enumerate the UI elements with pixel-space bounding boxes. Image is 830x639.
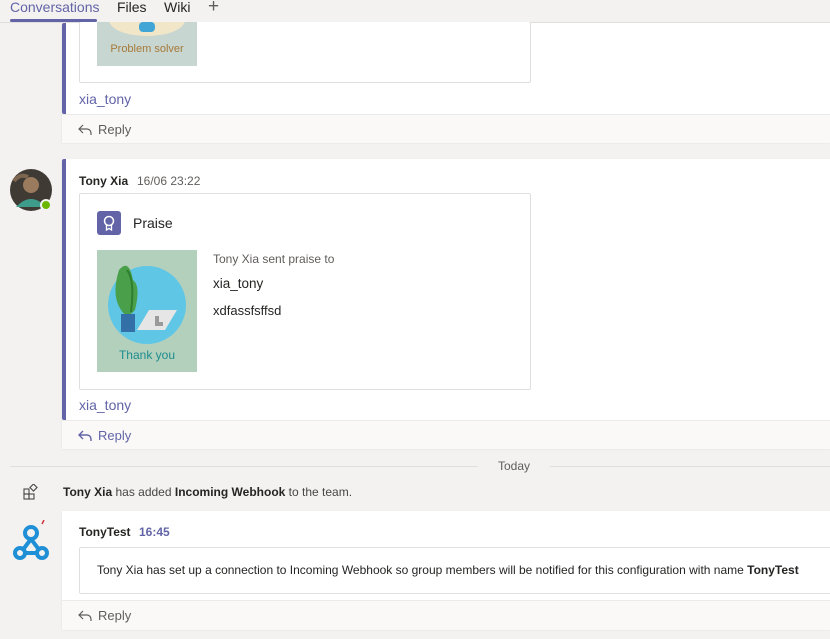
reply-bar: Reply — [62, 600, 830, 630]
thank-you-image: Thank you — [97, 250, 197, 372]
date-divider-line-left — [10, 466, 478, 467]
problem-solver-image: Problem solver — [97, 22, 197, 66]
card-image-caption: Thank you — [118, 348, 176, 362]
praise-recipient: xia_tony — [213, 276, 264, 291]
tab-files[interactable]: Files — [117, 0, 147, 15]
presence-available-icon — [40, 199, 52, 211]
system-target[interactable]: Incoming Webhook — [175, 485, 285, 499]
add-app-icon — [23, 483, 39, 500]
system-actor[interactable]: Tony Xia — [63, 485, 112, 499]
reply-arrow-icon — [78, 124, 92, 135]
message-author[interactable]: TonyTest — [79, 525, 131, 539]
thread-accent-bar — [62, 23, 66, 114]
reply-button[interactable]: Reply — [78, 428, 131, 443]
mention-link[interactable]: xia_tony — [79, 397, 131, 413]
tab-wiki[interactable]: Wiki — [164, 0, 190, 15]
praise-card-title: Praise — [133, 215, 173, 231]
connector-name: TonyTest — [747, 563, 799, 577]
date-divider-label: Today — [498, 459, 531, 473]
praise-sent-text: Tony Xia sent praise to — [213, 252, 335, 266]
card-image-caption: Problem solver — [110, 43, 184, 55]
reply-label: Reply — [98, 608, 132, 623]
date-divider-line-right — [550, 466, 830, 467]
reply-label: Reply — [98, 428, 132, 443]
reply-bar: Reply — [62, 114, 830, 143]
reply-arrow-icon — [78, 610, 92, 621]
message-timestamp: 16:45 — [139, 525, 170, 539]
message-author[interactable]: Tony Xia — [79, 174, 128, 188]
reply-button[interactable]: Reply — [78, 608, 131, 623]
connector-message: Tony Xia has set up a connection to Inco… — [97, 563, 799, 577]
avatar[interactable] — [10, 169, 52, 211]
tab-bar: Conversations Files Wiki + — [0, 0, 830, 23]
system-text-1: has added — [115, 485, 172, 499]
add-tab-icon[interactable]: + — [208, 0, 219, 18]
message-timestamp: 16/06 23:22 — [137, 174, 201, 188]
webhook-avatar[interactable] — [10, 519, 52, 562]
praise-message: xdfassfsffsd — [213, 303, 282, 318]
system-message: Tony Xia has added Incoming Webhook to t… — [63, 485, 352, 499]
thread-accent-bar — [62, 159, 66, 420]
system-text-2: to the team. — [288, 485, 353, 499]
reply-label: Reply — [98, 122, 132, 137]
connector-message-text: Tony Xia has set up a connection to Inco… — [97, 563, 744, 577]
mention-link[interactable]: xia_tony — [79, 91, 131, 107]
reply-button[interactable]: Reply — [78, 122, 131, 137]
tab-conversations[interactable]: Conversations — [10, 0, 100, 15]
reply-bar: Reply — [62, 420, 830, 449]
praise-badge-icon — [97, 211, 121, 235]
reply-arrow-icon — [78, 430, 92, 441]
